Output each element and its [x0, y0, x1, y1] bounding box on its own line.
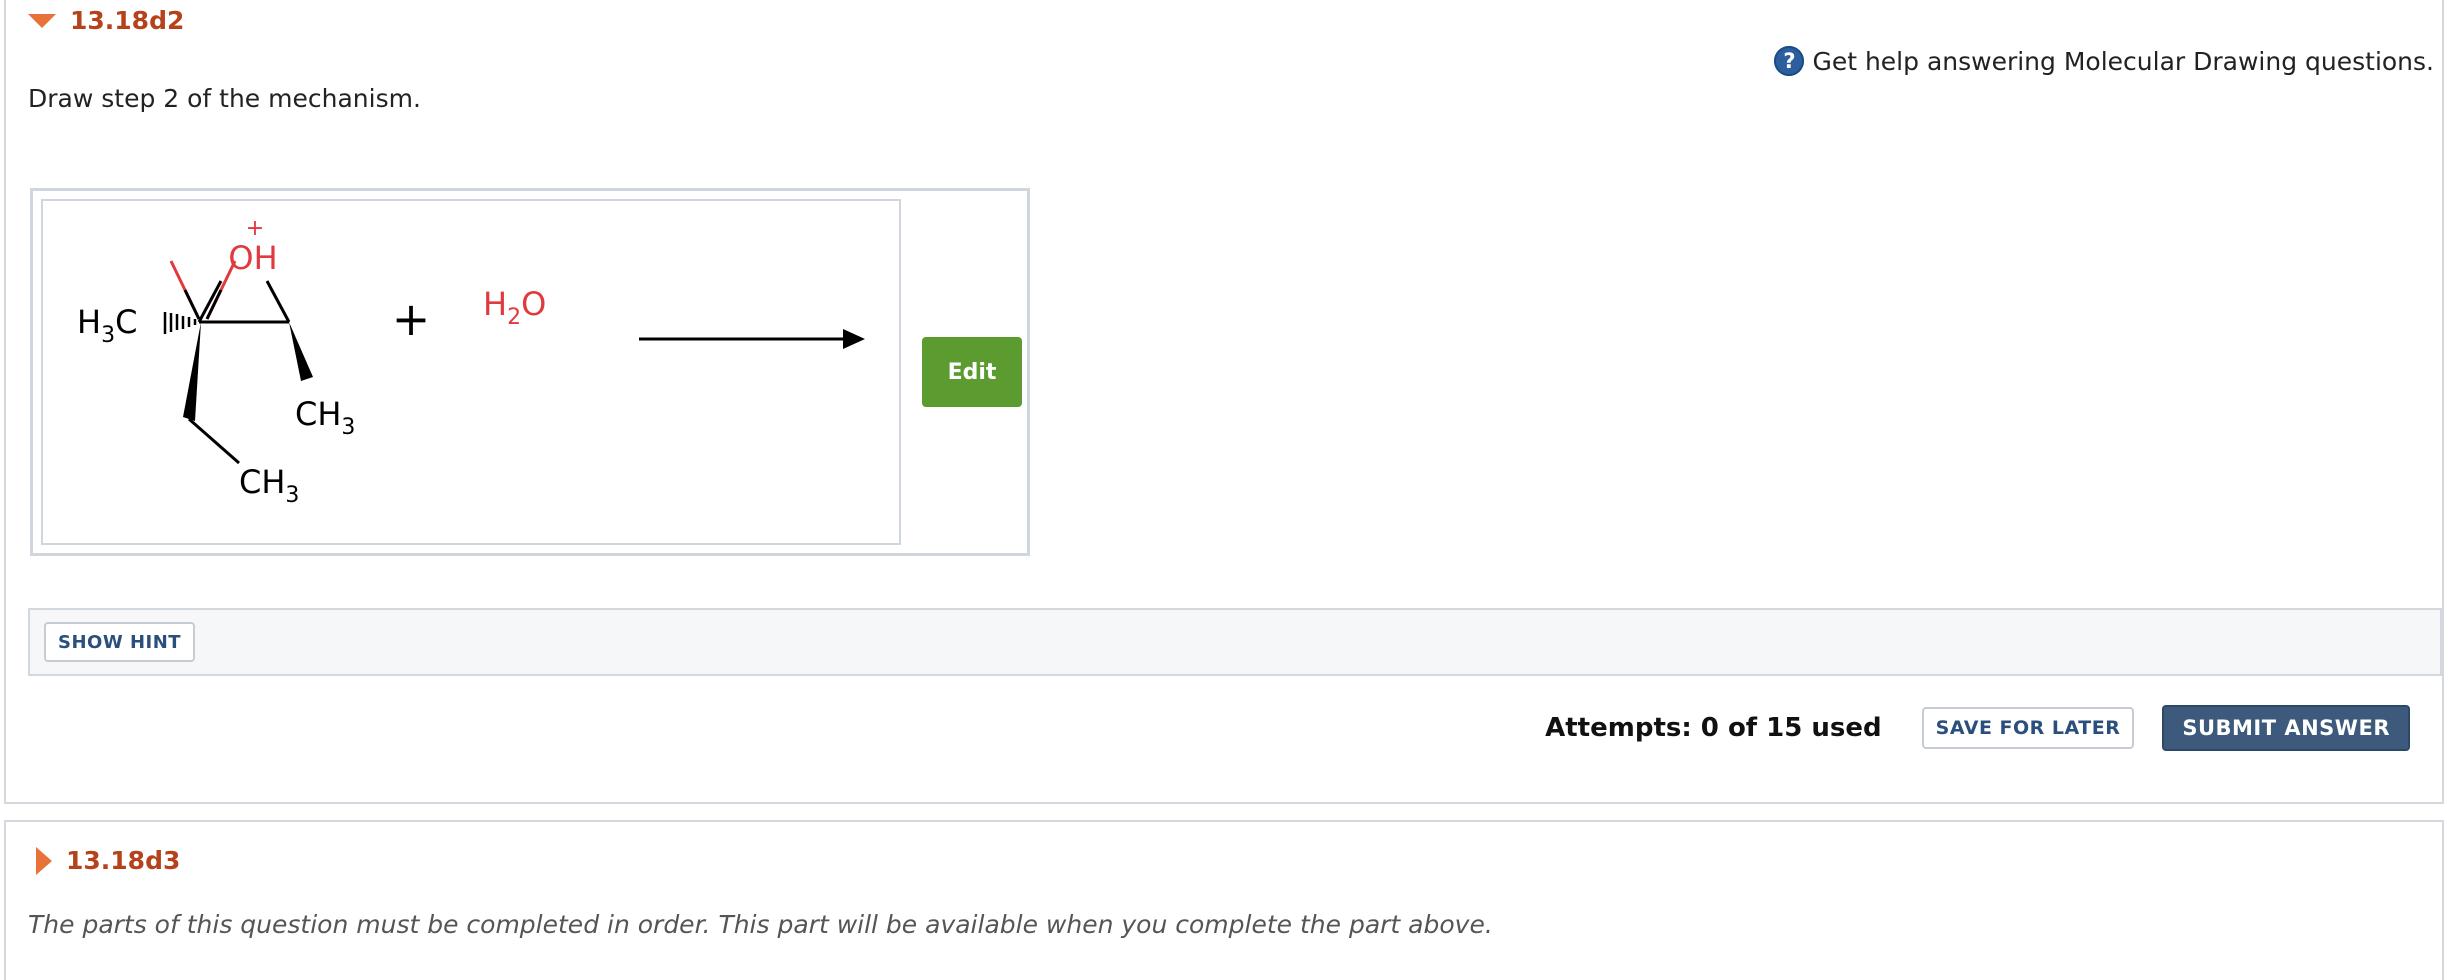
- question-part-13-18d2: 13.18d2 ? Get help answering Molecular D…: [4, 0, 2444, 804]
- caret-right-icon[interactable]: [36, 846, 52, 875]
- help-link-text[interactable]: Get help answering Molecular Drawing que…: [1812, 47, 2434, 76]
- hint-bar: SHOW HINT: [28, 608, 2442, 676]
- oh-charge-label: +: [246, 216, 264, 241]
- locked-part-message: The parts of this question must be compl…: [28, 910, 1493, 939]
- answer-footer: Attempts: 0 of 15 used SAVE FOR LATER SU…: [1545, 704, 2410, 752]
- attempts-counter: Attempts: 0 of 15 used: [1545, 713, 1882, 743]
- part-header[interactable]: 13.18d3: [36, 846, 180, 875]
- bond-ch2-ch3: [188, 417, 240, 465]
- ring-bond-o-left-dark: [183, 289, 201, 320]
- hashed-bond: [163, 312, 197, 334]
- show-hint-button[interactable]: SHOW HINT: [44, 622, 196, 662]
- help-link[interactable]: ? Get help answering Molecular Drawing q…: [1774, 46, 2434, 76]
- molecule-structure: + OH H3C CH3 CH3 + H2O: [77, 216, 865, 508]
- ch3-lower-label: CH3: [239, 463, 299, 508]
- part-title: 13.18d3: [66, 846, 181, 875]
- help-icon[interactable]: ?: [1774, 46, 1805, 76]
- ring-bond-c2-o: [265, 280, 291, 323]
- save-for-later-button[interactable]: SAVE FOR LATER: [1921, 707, 2135, 749]
- molecule-drawing-area: + OH H3C CH3 CH3 + H2O Edit: [30, 188, 1030, 556]
- plus-sign: +: [392, 292, 431, 346]
- wedge-bond-right: [289, 322, 313, 381]
- ch3-upper-label: CH3: [295, 395, 355, 440]
- question-part-13-18d3: 13.18d3 The parts of this question must …: [4, 820, 2444, 980]
- edit-button[interactable]: Edit: [922, 337, 1022, 407]
- caret-down-icon[interactable]: [28, 13, 56, 28]
- molecule-canvas[interactable]: + OH H3C CH3 CH3 + H2O: [41, 199, 901, 545]
- h3c-label: H3C: [77, 303, 137, 348]
- water-label: H2O: [483, 285, 546, 330]
- reaction-arrow-head: [843, 329, 865, 349]
- oh-label: OH: [228, 239, 277, 277]
- question-text: Draw step 2 of the mechanism.: [28, 84, 421, 113]
- part-header[interactable]: 13.18d2: [28, 6, 184, 35]
- wedge-bond-left: [183, 322, 201, 421]
- part-title: 13.18d2: [70, 6, 185, 35]
- submit-answer-button[interactable]: SUBMIT ANSWER: [2162, 705, 2410, 751]
